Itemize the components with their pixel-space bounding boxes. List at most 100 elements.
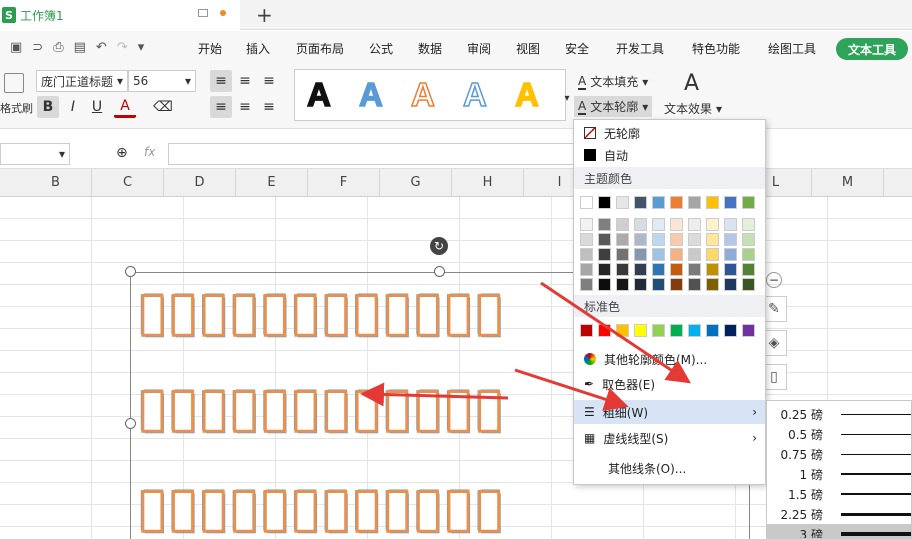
share-icon[interactable]: ⊃ (32, 40, 43, 55)
color-swatch[interactable] (706, 278, 719, 291)
color-swatch[interactable] (688, 233, 701, 246)
color-swatch[interactable] (688, 218, 701, 231)
color-swatch[interactable] (742, 248, 755, 261)
preview-icon[interactable]: ▤ (74, 40, 86, 55)
print-icon[interactable]: ⎙ (53, 40, 63, 55)
color-swatch[interactable] (598, 233, 611, 246)
text-effect-button[interactable]: 文本效果 ▾ (664, 100, 722, 117)
color-swatch[interactable] (616, 324, 629, 337)
menu-text-tools[interactable]: 文本工具 (836, 38, 908, 60)
menu-insert[interactable]: 插入 (246, 40, 270, 57)
color-swatch[interactable] (670, 233, 683, 246)
color-swatch[interactable] (688, 324, 701, 337)
color-swatch[interactable] (670, 196, 683, 209)
color-swatch[interactable] (742, 324, 755, 337)
menu-security[interactable]: 安全 (565, 40, 589, 57)
weight-item[interactable]: 0.75 磅 (767, 444, 911, 464)
new-tab-button[interactable]: + (256, 3, 273, 27)
column-header[interactable]: H (452, 169, 524, 197)
column-header[interactable]: C (92, 169, 164, 197)
weight-item[interactable]: 1 磅 (767, 464, 911, 484)
eraser-icon[interactable]: ⌫ (152, 96, 174, 118)
color-swatch[interactable] (580, 278, 593, 291)
weight-item[interactable]: 0.5 磅 (767, 424, 911, 444)
color-swatch[interactable] (634, 278, 647, 291)
menu-developer[interactable]: 开发工具 (616, 40, 664, 57)
color-swatch[interactable] (742, 278, 755, 291)
format-painter-icon[interactable] (4, 73, 24, 93)
dash-option[interactable]: ▦ 虚线线型(S) › (574, 427, 765, 449)
color-swatch[interactable] (652, 263, 665, 276)
color-swatch[interactable] (724, 278, 737, 291)
bold-button[interactable]: B (37, 96, 59, 118)
column-header[interactable]: G (380, 169, 452, 197)
menu-data[interactable]: 数据 (418, 40, 442, 57)
weight-item[interactable]: 0.25 磅 (767, 404, 911, 424)
eyedropper-option[interactable]: ✒ 取色器(E) (574, 373, 765, 395)
color-swatch[interactable] (688, 278, 701, 291)
color-swatch[interactable] (706, 218, 719, 231)
save-icon[interactable]: ▣ (10, 40, 22, 55)
name-box[interactable]: ▾ (0, 143, 70, 165)
color-swatch[interactable] (580, 263, 593, 276)
weight-item[interactable]: 1.5 磅 (767, 484, 911, 504)
text-style-preset-4[interactable]: A (462, 75, 487, 114)
text-outline-button[interactable]: A 文本轮廓 ▾ (574, 96, 653, 117)
fx-label[interactable]: fx (144, 145, 155, 159)
align-left-icon[interactable]: ≡ (210, 96, 232, 118)
color-swatch[interactable] (580, 218, 593, 231)
color-swatch[interactable] (616, 263, 629, 276)
color-swatch[interactable] (742, 218, 755, 231)
color-swatch[interactable] (706, 324, 719, 337)
color-swatch[interactable] (670, 324, 683, 337)
column-header[interactable]: M (812, 169, 884, 197)
color-swatch[interactable] (670, 218, 683, 231)
more-lines-option[interactable]: 其他线条(O)... (574, 457, 765, 479)
color-swatch[interactable] (652, 233, 665, 246)
color-swatch[interactable] (706, 248, 719, 261)
color-swatch[interactable] (724, 233, 737, 246)
color-swatch[interactable] (724, 263, 737, 276)
redo-icon[interactable]: ↷ (117, 40, 128, 55)
color-swatch[interactable] (580, 248, 593, 261)
monitor-icon[interactable] (198, 9, 208, 17)
color-swatch[interactable] (598, 324, 611, 337)
weight-item[interactable]: 2.25 磅 (767, 504, 911, 524)
font-size-select[interactable]: 56 ▾ (128, 70, 196, 92)
color-swatch[interactable] (598, 278, 611, 291)
color-swatch[interactable] (634, 324, 647, 337)
color-swatch[interactable] (688, 196, 701, 209)
menu-view[interactable]: 视图 (516, 40, 540, 57)
text-fill-button[interactable]: A 文本填充 ▾ (578, 73, 648, 90)
italic-button[interactable]: I (62, 96, 84, 118)
auto-color-option[interactable]: 自动 (574, 144, 765, 166)
color-swatch[interactable] (634, 196, 647, 209)
menu-features[interactable]: 特色功能 (692, 40, 740, 57)
color-swatch[interactable] (580, 196, 593, 209)
color-swatch[interactable] (616, 196, 629, 209)
text-effect-icon[interactable]: A (684, 71, 699, 96)
text-style-preset-2[interactable]: A (358, 75, 383, 114)
color-swatch[interactable] (742, 196, 755, 209)
color-swatch[interactable] (652, 218, 665, 231)
color-swatch[interactable] (670, 248, 683, 261)
color-swatch[interactable] (634, 233, 647, 246)
column-header[interactable]: D (164, 169, 236, 197)
rotate-handle-icon[interactable]: ↻ (430, 237, 448, 255)
align-middle-icon[interactable]: ≡ (234, 70, 256, 92)
text-style-preset-1[interactable]: A (306, 75, 331, 114)
column-header[interactable]: E (236, 169, 308, 197)
align-center-icon[interactable]: ≡ (234, 96, 256, 118)
no-outline-option[interactable]: 无轮廓 (574, 122, 765, 144)
color-swatch[interactable] (598, 263, 611, 276)
color-swatch[interactable] (724, 218, 737, 231)
color-swatch[interactable] (670, 278, 683, 291)
more-colors-option[interactable]: 其他轮廓颜色(M)... (574, 348, 765, 370)
color-swatch[interactable] (742, 233, 755, 246)
text-style-preset-3[interactable]: A (410, 75, 435, 114)
color-swatch[interactable] (688, 248, 701, 261)
column-header[interactable]: F (308, 169, 380, 197)
font-name-select[interactable]: 庞门正道标题 ▾ (36, 70, 128, 92)
color-swatch[interactable] (616, 233, 629, 246)
menu-home[interactable]: 开始 (198, 40, 222, 57)
